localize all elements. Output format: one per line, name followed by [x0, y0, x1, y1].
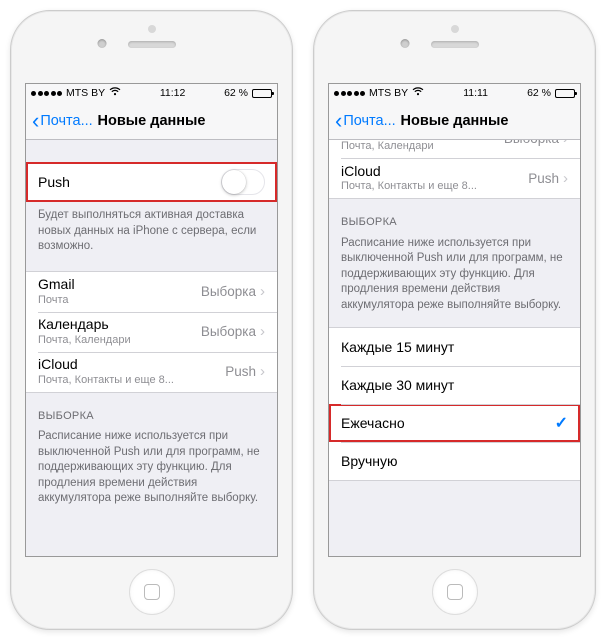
- wifi-icon: [412, 87, 424, 99]
- account-value: Push: [528, 171, 559, 186]
- accounts-group: Gmail Почта Выборка › Календарь Почта, К…: [26, 271, 277, 393]
- account-sub: Почта, Контакты и еще 8...: [341, 180, 477, 193]
- carrier-label: MTS BY: [369, 87, 408, 99]
- account-value: Выборка: [201, 284, 256, 299]
- account-row-gmail[interactable]: Gmail Почта Выборка ›: [26, 272, 277, 312]
- signal-dots-icon: [31, 91, 62, 96]
- checkmark-icon: ✓: [555, 413, 568, 433]
- back-button[interactable]: ‹ Почта...: [335, 110, 396, 132]
- nav-bar: ‹ Почта... Новые данные: [329, 102, 580, 140]
- account-sub: Почта, Календари: [38, 334, 131, 347]
- back-label: Почта...: [40, 113, 92, 129]
- chevron-right-icon: ›: [260, 284, 265, 299]
- option-label: Каждые 15 минут: [341, 339, 454, 355]
- vyborka-header: ВЫБОРКА: [26, 393, 277, 430]
- chevron-right-icon: ›: [563, 171, 568, 186]
- push-group: Push: [26, 162, 277, 202]
- page-title: Новые данные: [401, 113, 509, 129]
- chevron-left-icon: ‹: [32, 110, 39, 132]
- front-camera: [97, 39, 106, 48]
- battery-icon: [555, 89, 575, 98]
- option-hourly[interactable]: Ежечасно ✓: [329, 404, 580, 442]
- carrier-label: MTS BY: [66, 87, 105, 99]
- status-bar: MTS BY 11:12 62 %: [26, 84, 277, 102]
- chevron-right-icon: ›: [260, 324, 265, 339]
- clock-label: 11:11: [463, 87, 488, 99]
- content-area: Push Будет выполняться активная доставка…: [26, 140, 277, 556]
- account-title: iCloud: [341, 163, 477, 180]
- wifi-icon: [109, 87, 121, 99]
- chevron-right-icon: ›: [260, 364, 265, 379]
- option-label: Вручную: [341, 453, 398, 469]
- back-button[interactable]: ‹ Почта...: [32, 110, 93, 132]
- push-toggle-row[interactable]: Push: [26, 163, 277, 201]
- status-bar: MTS BY 11:11 62 %: [329, 84, 580, 102]
- vyborka-header: ВЫБОРКА: [329, 199, 580, 236]
- chevron-right-icon: ›: [563, 140, 568, 146]
- account-sub: Почта, Календари: [341, 140, 434, 153]
- page-title: Новые данные: [98, 113, 206, 129]
- nav-bar: ‹ Почта... Новые данные: [26, 102, 277, 140]
- accounts-group-partial: Календарь Почта, Календари Выборка › iCl…: [329, 140, 580, 199]
- option-15min[interactable]: Каждые 15 минут: [329, 328, 580, 366]
- proximity-sensor: [148, 25, 156, 33]
- content-area: Календарь Почта, Календари Выборка › iCl…: [329, 140, 580, 556]
- home-button[interactable]: [432, 569, 478, 615]
- account-row-icloud[interactable]: iCloud Почта, Контакты и еще 8... Push ›: [329, 158, 580, 198]
- account-value: Выборка: [504, 140, 559, 146]
- proximity-sensor: [451, 25, 459, 33]
- account-sub: Почта: [38, 294, 75, 307]
- phone-right: MTS BY 11:11 62 % ‹ Почта... Новые данны…: [313, 10, 596, 630]
- home-button[interactable]: [129, 569, 175, 615]
- account-title: Календарь: [38, 316, 131, 333]
- option-label: Каждые 30 минут: [341, 377, 454, 393]
- phone-left: MTS BY 11:12 62 % ‹ Почта... Новые данны…: [10, 10, 293, 630]
- battery-pct-label: 62 %: [224, 87, 248, 99]
- vyborka-desc: Расписание ниже используется при выключе…: [329, 236, 580, 322]
- account-row-calendar[interactable]: Календарь Почта, Календари Выборка ›: [26, 312, 277, 352]
- vyborka-desc: Расписание ниже используется при выключе…: [26, 429, 277, 515]
- account-row-calendar[interactable]: Календарь Почта, Календари Выборка ›: [329, 140, 580, 158]
- screen-right: MTS BY 11:11 62 % ‹ Почта... Новые данны…: [328, 83, 581, 557]
- account-title: iCloud: [38, 356, 174, 373]
- chevron-left-icon: ‹: [335, 110, 342, 132]
- battery-pct-label: 62 %: [527, 87, 551, 99]
- push-label: Push: [38, 174, 70, 190]
- battery-icon: [252, 89, 272, 98]
- front-camera: [400, 39, 409, 48]
- account-title: Gmail: [38, 276, 75, 293]
- option-label: Ежечасно: [341, 415, 405, 431]
- push-footer: Будет выполняться активная доставка новы…: [26, 202, 277, 263]
- back-label: Почта...: [343, 113, 395, 129]
- option-30min[interactable]: Каждые 30 минут: [329, 366, 580, 404]
- earpiece-speaker: [431, 41, 479, 48]
- account-value: Выборка: [201, 324, 256, 339]
- earpiece-speaker: [128, 41, 176, 48]
- push-toggle[interactable]: [221, 169, 265, 195]
- screen-left: MTS BY 11:12 62 % ‹ Почта... Новые данны…: [25, 83, 278, 557]
- clock-label: 11:12: [160, 87, 186, 99]
- signal-dots-icon: [334, 91, 365, 96]
- account-row-icloud[interactable]: iCloud Почта, Контакты и еще 8... Push ›: [26, 352, 277, 392]
- fetch-options-group: Каждые 15 минут Каждые 30 минут Ежечасно…: [329, 327, 580, 481]
- account-sub: Почта, Контакты и еще 8...: [38, 374, 174, 387]
- option-manual[interactable]: Вручную: [329, 442, 580, 480]
- account-value: Push: [225, 364, 256, 379]
